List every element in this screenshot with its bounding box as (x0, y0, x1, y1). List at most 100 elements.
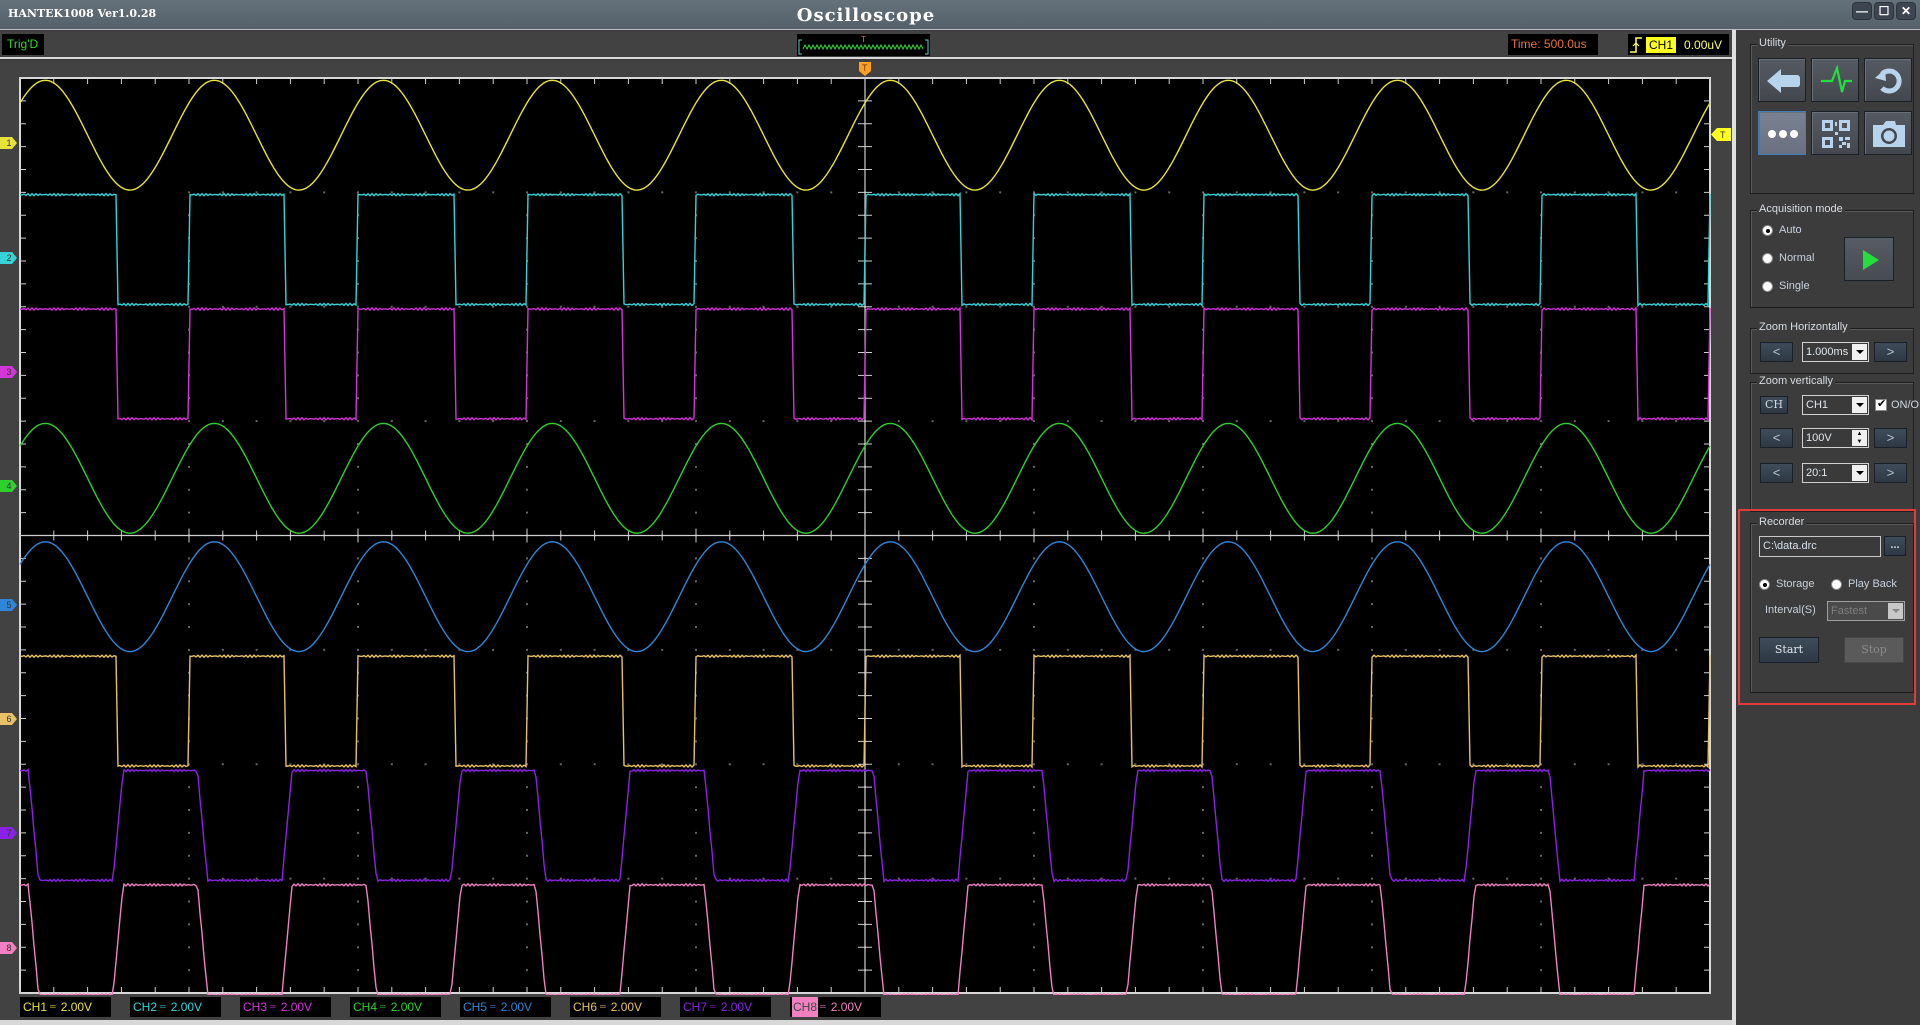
channel-marker-3[interactable]: 3 (0, 365, 18, 378)
spinner-arrows-icon[interactable]: ▲ ▼ (1852, 430, 1867, 446)
grid-dot (1033, 877, 1035, 880)
channel-scale-ch2[interactable]: CH2 ═ 2.00V (130, 997, 221, 1017)
reset-button[interactable] (1864, 58, 1912, 102)
grid-dot (1404, 191, 1407, 194)
grid-dot (695, 488, 697, 491)
grid-dot (1506, 877, 1509, 880)
zoom-h-decrease-button[interactable]: < (1760, 342, 1793, 362)
grid-dot (1269, 648, 1272, 651)
grid-dot (931, 420, 934, 423)
qr-code-button[interactable] (1811, 111, 1859, 155)
acq-normal-radio[interactable]: Normal (1762, 252, 1814, 264)
grid-dot (762, 763, 765, 766)
channel-marker-6[interactable]: 6 (0, 713, 18, 726)
trigger-readout[interactable]: CH1 0.00uV (1628, 34, 1729, 55)
grid-dot (188, 969, 190, 972)
scope-display[interactable] (0, 61, 1732, 1025)
channel-marker-2[interactable]: 2 (0, 251, 18, 264)
channel-scale-ch3[interactable]: CH3 ═ 2.00V (240, 997, 331, 1017)
channel-scale-ch4[interactable]: CH4 ═ 2.00V (350, 997, 441, 1017)
grid-dot (1033, 763, 1035, 766)
grid-dot (1337, 648, 1340, 651)
auto-set-button[interactable] (1811, 58, 1859, 102)
grid-dot (357, 580, 359, 583)
channel-onoff-checkbox[interactable] (1875, 397, 1887, 411)
trigger-level-marker[interactable]: T (1711, 128, 1731, 142)
grid-dot (695, 831, 697, 834)
grid-dot (1066, 191, 1069, 194)
channel-marker-1[interactable]: 1 (0, 137, 18, 150)
volts-spinner[interactable]: 100V ▲ ▼ (1802, 428, 1869, 448)
grid-dot (1303, 305, 1306, 308)
grid-dot (255, 877, 258, 880)
back-button[interactable] (1758, 58, 1806, 102)
channel-scale-ch7[interactable]: CH7 ═ 2.00V (680, 997, 771, 1017)
grid-dot (526, 557, 528, 560)
channel-select[interactable]: CH1 (1802, 395, 1869, 415)
channel-marker-7[interactable]: 7 (0, 827, 18, 840)
run-button[interactable] (1844, 237, 1894, 281)
grid-dot (1506, 648, 1509, 651)
grid-dot (593, 420, 596, 423)
acq-auto-label: Auto (1779, 224, 1802, 236)
grid-dot (1066, 877, 1069, 880)
timebase-select[interactable]: 1.000ms (1802, 342, 1869, 362)
grid-dot (1337, 877, 1340, 880)
grid-dot (695, 809, 697, 811)
grid-dot (357, 397, 359, 400)
grid-dot (1641, 763, 1644, 766)
grid-dot (1371, 603, 1373, 606)
channel-scale-ch8[interactable]: CH8 ═ 2.00V (790, 997, 881, 1017)
more-button[interactable] (1758, 111, 1806, 155)
screenshot-button[interactable] (1864, 111, 1912, 155)
grid-dot (661, 763, 664, 766)
channel-button[interactable]: CH (1760, 396, 1788, 414)
play-icon (1863, 250, 1879, 270)
channel-scale-ch6[interactable]: CH6 ═ 2.00V (570, 997, 661, 1017)
volts-increase-button[interactable]: > (1874, 428, 1907, 448)
grid-dot (221, 305, 224, 308)
grid-dot (526, 946, 528, 949)
grid-dot (695, 420, 697, 423)
grid-dot (695, 626, 697, 628)
grid-dot (188, 557, 190, 560)
grid-dot (627, 191, 630, 194)
channel-marker-5[interactable]: 5 (0, 598, 18, 611)
channel-scale-ch1[interactable]: CH1 ═ 2.00V (20, 997, 111, 1017)
grid-dot (1134, 305, 1137, 308)
grid-dot (1202, 603, 1204, 606)
zoom-h-increase-button[interactable]: > (1874, 342, 1907, 362)
close-button[interactable]: ✕ (1896, 2, 1916, 20)
grid-dot (1371, 854, 1373, 857)
channel-marker-8[interactable]: 8 (0, 941, 18, 954)
waveform-overview[interactable]: T (797, 34, 930, 56)
probe-select[interactable]: 20:1 (1802, 463, 1869, 483)
grid-dot (1641, 191, 1644, 194)
grid-dot (1202, 923, 1204, 926)
probe-increase-button[interactable]: > (1874, 463, 1907, 483)
grid-dot (1371, 305, 1373, 308)
grid-dot (357, 786, 359, 789)
grid-dot (1540, 580, 1542, 583)
grid-dot (1540, 420, 1542, 423)
grid-dot (1337, 191, 1340, 194)
acq-single-radio[interactable]: Single (1762, 280, 1810, 292)
volts-decrease-button[interactable]: < (1760, 428, 1793, 448)
grid-dot (1404, 877, 1407, 880)
grid-dot (1675, 191, 1678, 194)
grid-dot (1337, 420, 1340, 423)
grid-dot (931, 763, 934, 766)
trigger-position-marker[interactable]: T (858, 61, 872, 77)
acq-auto-radio[interactable]: Auto (1762, 224, 1802, 236)
grid-dot (1202, 557, 1204, 560)
channel-scale-ch5[interactable]: CH5 ═ 2.00V (460, 997, 551, 1017)
grid-dot (1100, 648, 1103, 651)
minimize-button[interactable]: — (1852, 2, 1872, 20)
grid-dot (796, 191, 799, 194)
probe-decrease-button[interactable]: < (1760, 463, 1793, 483)
waveform-display[interactable] (0, 61, 1732, 995)
maximize-button[interactable]: ☐ (1874, 2, 1894, 20)
channel-marker-4[interactable]: 4 (0, 480, 18, 493)
grid-dot (1371, 923, 1373, 926)
grid-dot (289, 191, 292, 194)
